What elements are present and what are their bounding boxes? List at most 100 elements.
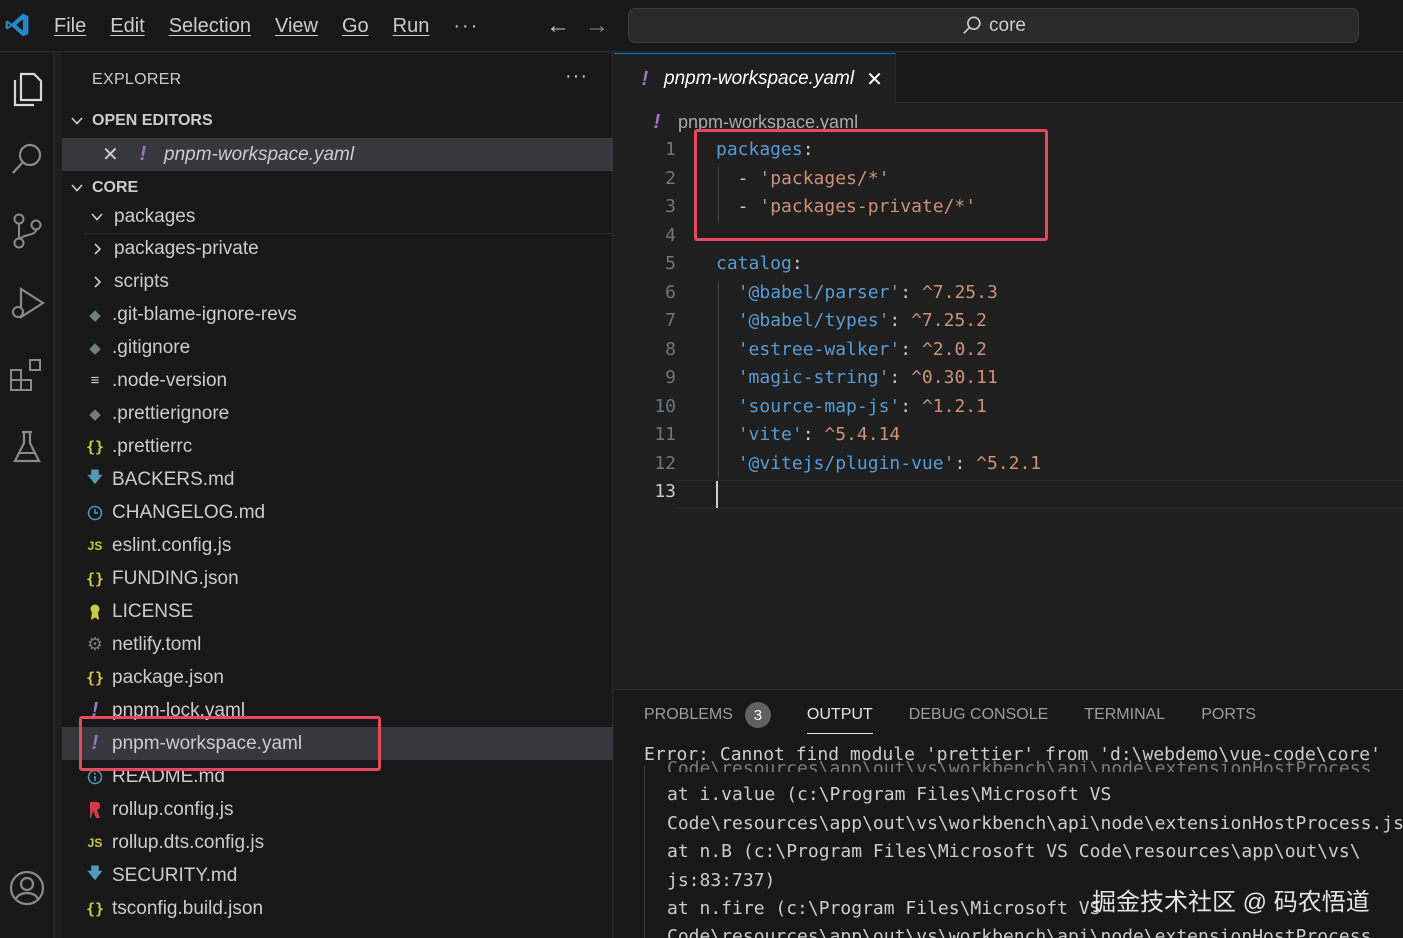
code-line[interactable]: 6 '@babel/parser': ^7.25.3	[614, 282, 1403, 310]
close-icon[interactable]: ✕	[866, 67, 883, 92]
tree-item-file[interactable]: rollup.config.js	[62, 793, 613, 826]
code-token: :	[900, 338, 922, 360]
tree-item-file[interactable]: 🡇 BACKERS.md	[62, 463, 613, 496]
tree-item-file[interactable]: ≡ .node-version	[62, 364, 613, 397]
panel-tabs: PROBLEMS 3 OUTPUT DEBUG CONSOLE TERMINAL…	[644, 700, 1292, 734]
menu-view[interactable]: View	[263, 15, 330, 38]
download-icon: 🡇	[87, 469, 103, 486]
line-number: 7	[665, 310, 676, 331]
explorer-icon[interactable]	[7, 69, 47, 109]
code-line[interactable]: 7 '@babel/types': ^7.25.2	[614, 310, 1403, 338]
menu-bar: File Edit Selection View Go Run ···	[42, 0, 491, 52]
close-icon[interactable]: ✕	[102, 142, 120, 167]
code-line[interactable]: 9 'magic-string': ^0.30.11	[614, 367, 1403, 395]
accounts-icon[interactable]	[7, 868, 47, 908]
core-folder-header[interactable]: CORE	[62, 173, 613, 203]
line-number: 9	[665, 367, 676, 388]
output-line: js:83:737)	[667, 870, 776, 891]
tree-item-file[interactable]: JS rollup.dts.config.js	[62, 826, 613, 859]
code-text: '@vitejs/plugin-vue': ^5.2.1	[716, 453, 1041, 474]
code-line[interactable]: 8 'estree-walker': ^2.0.2	[614, 339, 1403, 367]
line-number: 3	[665, 196, 676, 217]
tab-debug-console[interactable]: DEBUG CONSOLE	[909, 700, 1049, 730]
code-token: :	[954, 452, 977, 474]
tab-output[interactable]: OUTPUT	[806, 700, 873, 734]
tree-item-file[interactable]: ◆ .prettierignore	[62, 397, 613, 430]
tree-item-file[interactable]: JS eslint.config.js	[62, 529, 613, 562]
code-token: catalog	[716, 253, 792, 274]
yaml-icon: !	[641, 67, 649, 90]
line-number: 8	[665, 338, 676, 360]
extensions-icon[interactable]	[7, 355, 47, 395]
back-arrow-icon[interactable]: ←	[546, 12, 570, 40]
open-editors-header[interactable]: OPEN EDITORS	[62, 106, 613, 136]
tree-item-file[interactable]: 🡇 SECURITY.md	[62, 859, 613, 892]
title-bar: File Edit Selection View Go Run ··· ← → …	[0, 0, 1403, 52]
open-editor-item[interactable]: ✕ ! pnpm-workspace.yaml	[62, 138, 613, 171]
open-editors-label: OPEN EDITORS	[92, 112, 213, 129]
braces-icon: {}	[85, 569, 105, 588]
tree-item-packages[interactable]: packages	[62, 200, 613, 233]
search-sidebar-icon[interactable]	[7, 139, 47, 179]
tree-item-file[interactable]: {} .prettierrc	[62, 430, 613, 463]
tree-item-scripts[interactable]: scripts	[62, 265, 613, 298]
run-debug-icon[interactable]	[7, 283, 47, 323]
menu-go[interactable]: Go	[330, 15, 381, 38]
editor-tabs: ! pnpm-workspace.yaml ✕	[614, 53, 1403, 104]
code-line[interactable]: 10 'source-map-js': ^1.2.1	[614, 396, 1403, 424]
code-token: 'source-map-js'	[737, 395, 901, 417]
tab-ports[interactable]: PORTS	[1201, 700, 1256, 730]
code-token: :	[802, 424, 825, 445]
tree-item-file[interactable]: {} tsconfig.build.json	[62, 892, 613, 925]
lines-icon: ≡	[90, 372, 100, 389]
menu-file[interactable]: File	[42, 15, 98, 38]
menu-run[interactable]: Run	[381, 15, 442, 38]
code-line[interactable]: 11 'vite': ^5.4.14	[614, 424, 1403, 452]
chevron-down-icon	[62, 114, 92, 128]
output-line: Code\resources\app\out\vs\workbench\api\…	[667, 813, 1403, 834]
yaml-icon: !	[653, 110, 661, 133]
menu-selection[interactable]: Selection	[157, 15, 263, 38]
testing-flask-icon[interactable]	[7, 427, 47, 467]
code-line[interactable]: 5 catalog:	[614, 253, 1403, 281]
menu-more-button[interactable]: ···	[441, 15, 491, 38]
explorer-more-button[interactable]: ···	[565, 65, 588, 88]
line-number: 5	[665, 253, 676, 274]
tree-item-packages-private[interactable]: packages-private	[62, 232, 613, 265]
code-token: :	[791, 253, 803, 274]
tree-item-file[interactable]: {} package.json	[62, 661, 613, 694]
code-token: '@babel/types'	[737, 310, 890, 331]
tree-item-file[interactable]: LICENSE	[62, 595, 613, 628]
tree-item-file[interactable]: ◆ .git-blame-ignore-revs	[62, 298, 613, 331]
code-token: ^2.0.2	[921, 338, 987, 360]
tree-item-file[interactable]: ⚙ netlify.toml	[62, 628, 613, 661]
source-control-icon[interactable]	[7, 211, 47, 251]
command-center-search[interactable]: core	[628, 8, 1359, 43]
gear-icon: ⚙	[86, 634, 104, 654]
tree-item-file[interactable]: {} FUNDING.json	[62, 562, 613, 595]
code-line[interactable]: 12 '@vitejs/plugin-vue': ^5.2.1	[614, 453, 1403, 481]
tree-item-file[interactable]: CHANGELOG.md	[62, 496, 613, 529]
braces-icon: {}	[85, 668, 105, 687]
editor-area: ! pnpm-workspace.yaml ✕ ! pnpm-workspace…	[614, 53, 1403, 689]
core-folder-label: CORE	[92, 179, 139, 196]
tree-item-file[interactable]: ◆ .gitignore	[62, 331, 613, 364]
vscode-logo-icon[interactable]	[4, 12, 30, 38]
tab-pnpm-workspace[interactable]: ! pnpm-workspace.yaml ✕	[614, 53, 896, 104]
line-number: 4	[665, 224, 676, 246]
js-icon: JS	[87, 835, 103, 850]
forward-arrow-icon[interactable]: →	[585, 12, 609, 40]
code-token: 'vite'	[737, 424, 803, 445]
line-number: 10	[654, 395, 676, 417]
tab-problems[interactable]: PROBLEMS 3	[644, 700, 771, 730]
tab-label: pnpm-workspace.yaml	[664, 68, 855, 89]
explorer-sidebar: EXPLORER ··· OPEN EDITORS ✕ ! pnpm-works…	[62, 53, 613, 938]
code-token: ^0.30.11	[911, 367, 998, 388]
menu-edit[interactable]: Edit	[98, 15, 156, 38]
tab-terminal[interactable]: TERMINAL	[1084, 700, 1165, 730]
